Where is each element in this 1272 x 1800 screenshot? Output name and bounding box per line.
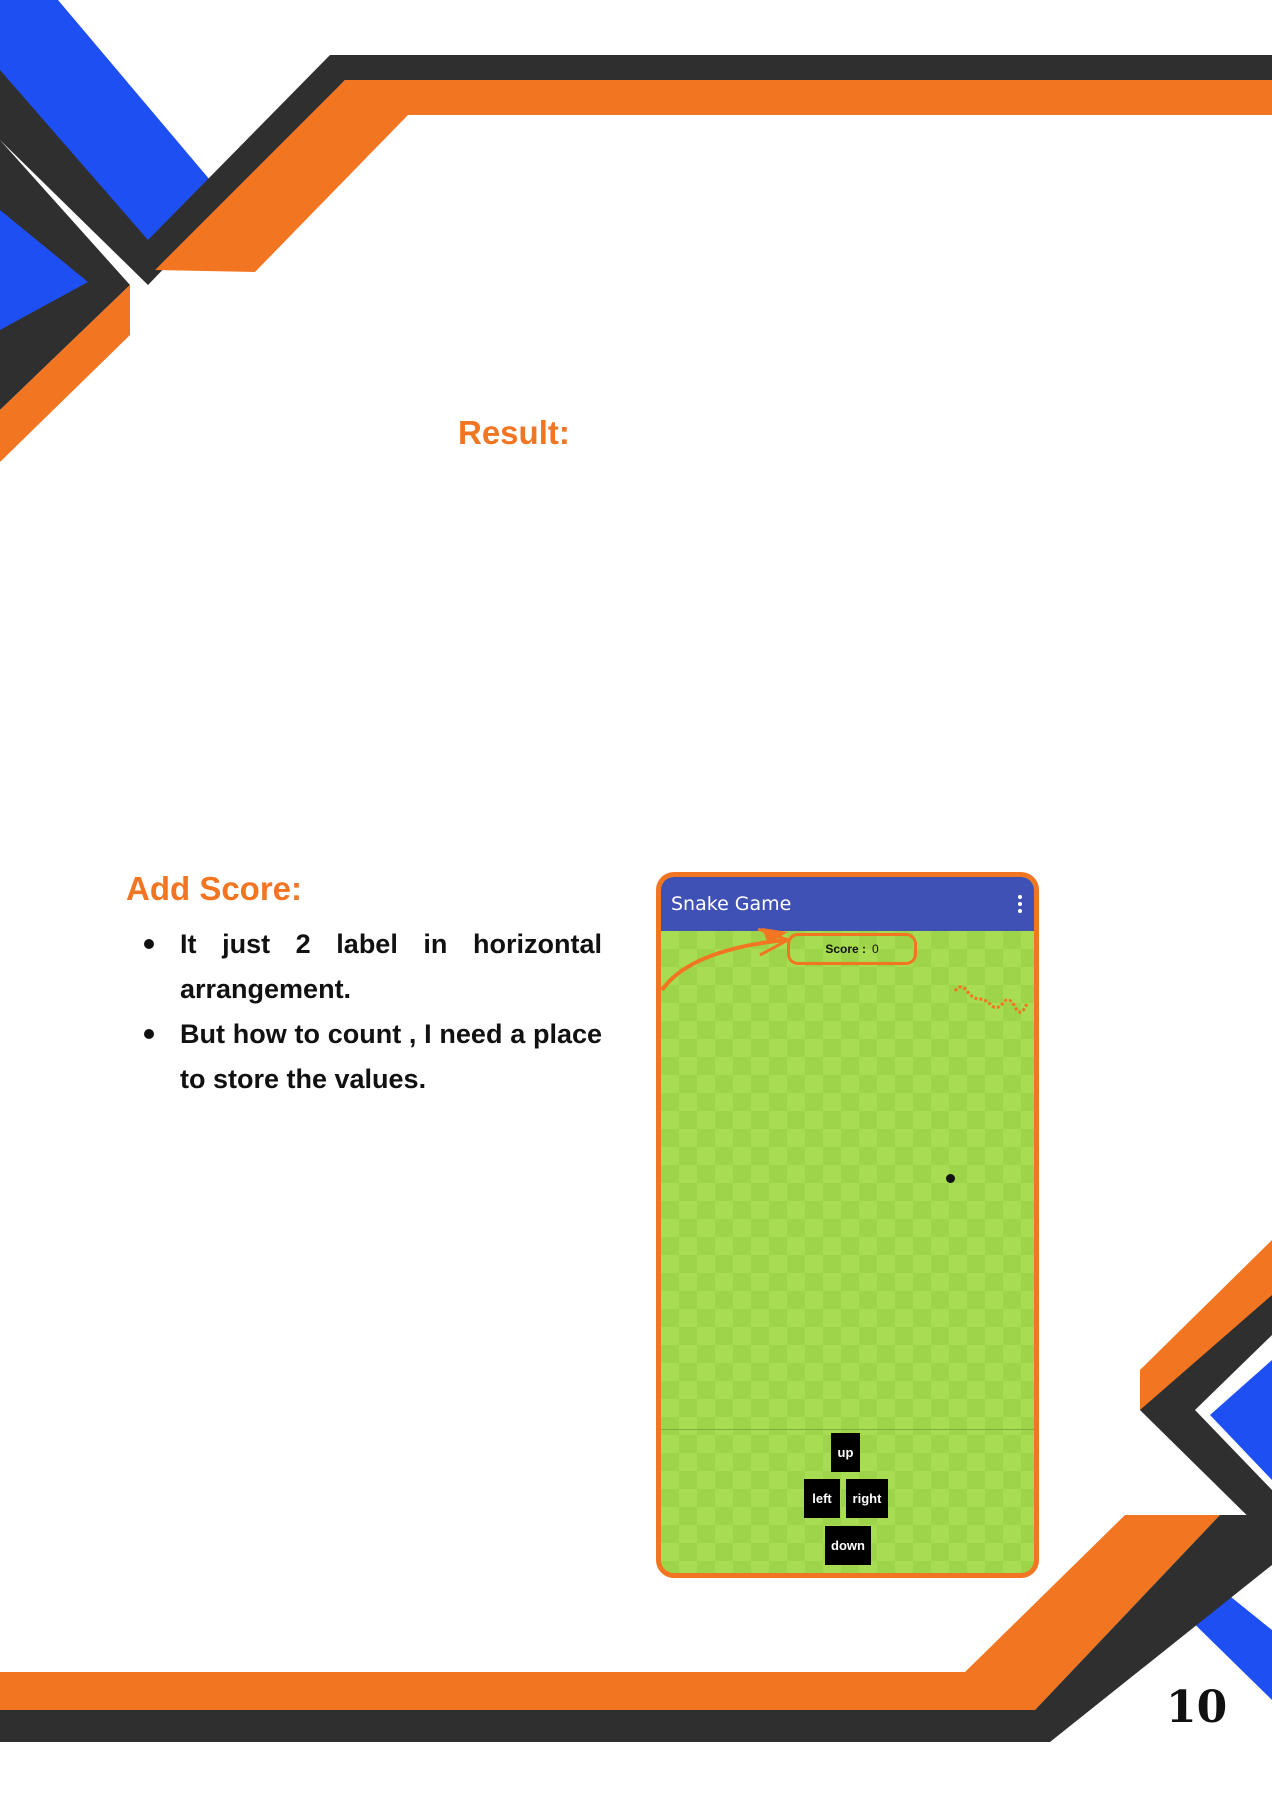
page-number: 10 [1166, 1682, 1228, 1733]
annotation-arrow-icon [660, 927, 792, 992]
